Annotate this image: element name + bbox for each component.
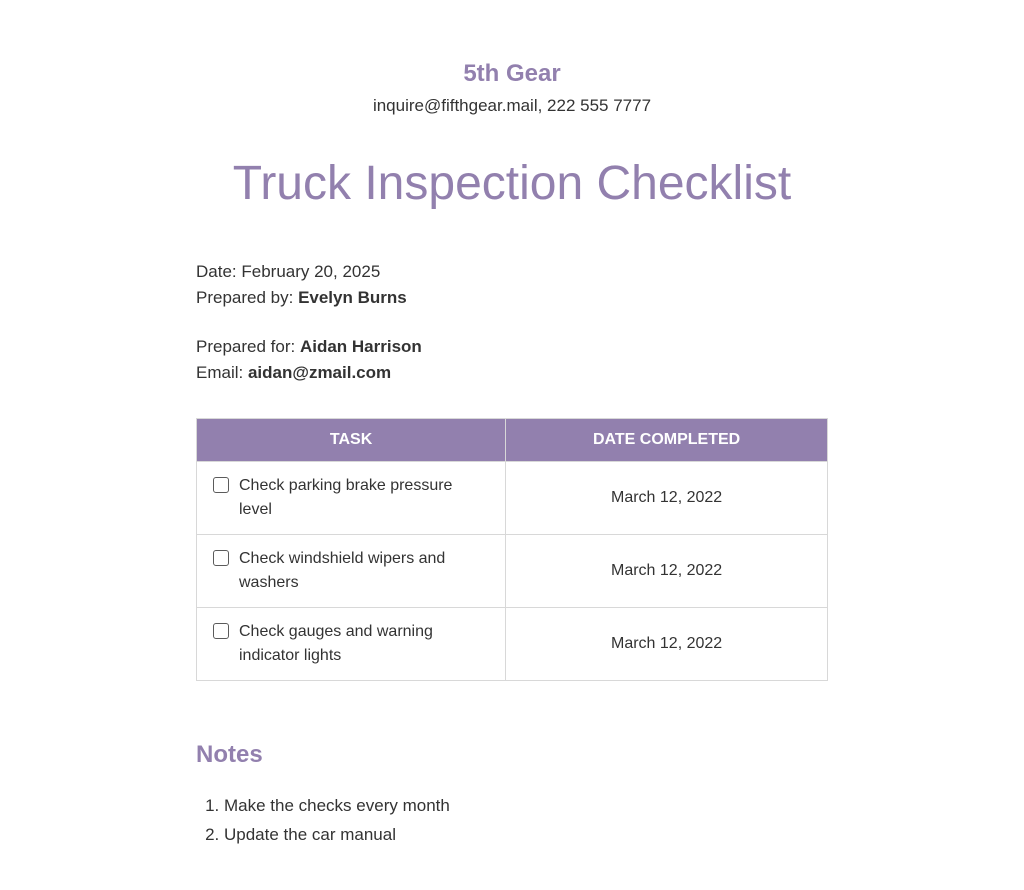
checklist-table: TASK DATE COMPLETED Check parking brake … [196, 418, 828, 681]
document-title: Truck Inspection Checklist [100, 156, 924, 211]
company-contact: inquire@fifthgear.mail, 222 555 7777 [100, 96, 924, 116]
table-header-date: DATE COMPLETED [506, 419, 828, 462]
table-row: Check gauges and warning indicator light… [197, 608, 828, 681]
task-text: Check parking brake pressure level [239, 474, 489, 522]
meta-prepared-for-value: Aidan Harrison [300, 337, 422, 356]
meta-email-value: aidan@zmail.com [248, 363, 391, 382]
table-row: Check windshield wipers and washers Marc… [197, 535, 828, 608]
meta-prepared-for-label: Prepared for: [196, 337, 300, 356]
meta-prepared-by-label: Prepared by: [196, 288, 298, 307]
meta-date-value: February 20, 2025 [241, 262, 380, 281]
meta-prepared-for-row: Prepared for: Aidan Harrison [196, 334, 828, 360]
meta-email-label: Email: [196, 363, 248, 382]
date-completed-cell: March 12, 2022 [506, 535, 828, 608]
table-header-task: TASK [197, 419, 506, 462]
meta-date-label: Date: [196, 262, 241, 281]
meta-section: Date: February 20, 2025 Prepared by: Eve… [100, 259, 924, 386]
date-completed-cell: March 12, 2022 [506, 608, 828, 681]
notes-heading: Notes [100, 741, 924, 769]
meta-group-prepared-for: Prepared for: Aidan Harrison Email: aida… [196, 334, 828, 387]
meta-prepared-by-row: Prepared by: Evelyn Burns [196, 285, 828, 311]
document-page: 5th Gear inquire@fifthgear.mail, 222 555… [0, 0, 1024, 890]
meta-prepared-by-value: Evelyn Burns [298, 288, 407, 307]
meta-date-row: Date: February 20, 2025 [196, 259, 828, 285]
table-row: Check parking brake pressure level March… [197, 462, 828, 535]
checkbox-icon[interactable] [213, 477, 229, 493]
meta-email-row: Email: aidan@zmail.com [196, 360, 828, 386]
note-item: Update the car manual [224, 822, 924, 848]
date-completed-cell: March 12, 2022 [506, 462, 828, 535]
meta-group-prepared-by: Date: February 20, 2025 Prepared by: Eve… [196, 259, 828, 312]
task-text: Check gauges and warning indicator light… [239, 620, 489, 668]
checkbox-icon[interactable] [213, 623, 229, 639]
checkbox-icon[interactable] [213, 550, 229, 566]
notes-list: Make the checks every month Update the c… [100, 793, 924, 848]
company-name: 5th Gear [100, 60, 924, 88]
note-item: Make the checks every month [224, 793, 924, 819]
task-text: Check windshield wipers and washers [239, 547, 489, 595]
